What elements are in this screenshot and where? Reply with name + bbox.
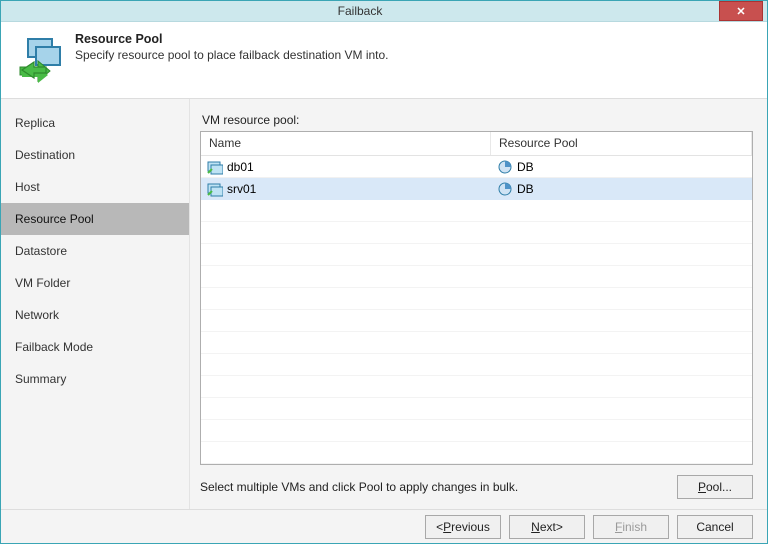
empty-row [201,310,752,332]
empty-row [201,200,752,222]
pool-name: DB [517,182,534,196]
sidebar-item-summary[interactable]: Summary [1,363,189,395]
empty-row [201,332,752,354]
list-body: db01 DB srv01 [201,156,752,464]
cancel-button[interactable]: Cancel [677,515,753,539]
list-header: Name Resource Pool [201,132,752,156]
sidebar-item-label: Datastore [15,244,67,258]
sidebar-item-label: Failback Mode [15,340,93,354]
close-icon: ✕ [736,5,745,18]
vm-icon [207,159,223,175]
sidebar-item-destination[interactable]: Destination [1,139,189,171]
sidebar-item-network[interactable]: Network [1,299,189,331]
cell-name: srv01 [201,181,491,197]
failback-icon [15,32,67,84]
empty-row [201,442,752,464]
finish-button: Finish [593,515,669,539]
sidebar-item-label: Host [15,180,40,194]
resource-pool-icon [497,159,513,175]
sidebar-item-resource-pool[interactable]: Resource Pool [1,203,189,235]
empty-row [201,354,752,376]
empty-row [201,398,752,420]
page-title: Resource Pool [75,32,389,46]
wizard-steps-sidebar: Replica Destination Host Resource Pool D… [1,99,189,509]
empty-row [201,376,752,398]
wizard-footer: < Previous Next > Finish Cancel [1,509,767,543]
sidebar-item-replica[interactable]: Replica [1,107,189,139]
next-button[interactable]: Next > [509,515,585,539]
vm-resource-pool-list[interactable]: Name Resource Pool db01 DB [200,131,753,465]
resource-pool-icon [497,181,513,197]
pool-button-rest: ool... [706,480,732,494]
vm-name: db01 [227,160,254,174]
sidebar-item-label: Summary [15,372,66,386]
pool-button[interactable]: Pool... [677,475,753,499]
sidebar-item-datastore[interactable]: Datastore [1,235,189,267]
sidebar-item-label: Replica [15,116,55,130]
column-header-name[interactable]: Name [201,132,491,155]
previous-rest: revious [451,520,490,534]
empty-row [201,222,752,244]
content-pane: VM resource pool: Name Resource Pool db0… [189,99,767,509]
vm-icon [207,181,223,197]
wizard-header: Resource Pool Specify resource pool to p… [1,22,767,98]
empty-row [201,420,752,442]
sidebar-item-vm-folder[interactable]: VM Folder [1,267,189,299]
sidebar-item-label: Destination [15,148,75,162]
close-button[interactable]: ✕ [719,1,763,21]
sidebar-item-label: Resource Pool [15,212,94,226]
vm-name: srv01 [227,182,256,196]
sidebar-item-label: Network [15,308,59,322]
cell-pool: DB [491,159,752,175]
sidebar-item-host[interactable]: Host [1,171,189,203]
hint-text: Select multiple VMs and click Pool to ap… [200,480,667,494]
failback-wizard-window: Failback ✕ Resource Pool Specify resourc… [0,0,768,544]
empty-row [201,288,752,310]
finish-rest: inish [622,520,647,534]
table-row[interactable]: db01 DB [201,156,752,178]
previous-button[interactable]: < Previous [425,515,501,539]
header-text: Resource Pool Specify resource pool to p… [67,32,389,62]
titlebar: Failback ✕ [1,1,767,22]
empty-row [201,244,752,266]
list-label: VM resource pool: [202,113,753,127]
empty-row [201,266,752,288]
pool-name: DB [517,160,534,174]
sidebar-item-failback-mode[interactable]: Failback Mode [1,331,189,363]
table-row[interactable]: srv01 DB [201,178,752,200]
cancel-label: Cancel [696,520,733,534]
column-header-pool[interactable]: Resource Pool [491,132,752,155]
hint-row: Select multiple VMs and click Pool to ap… [200,475,753,499]
next-rest: ext [540,520,556,534]
wizard-body: Replica Destination Host Resource Pool D… [1,98,767,509]
sidebar-item-label: VM Folder [15,276,70,290]
cell-pool: DB [491,181,752,197]
cell-name: db01 [201,159,491,175]
page-subtitle: Specify resource pool to place failback … [75,48,389,62]
window-title: Failback [1,4,719,18]
